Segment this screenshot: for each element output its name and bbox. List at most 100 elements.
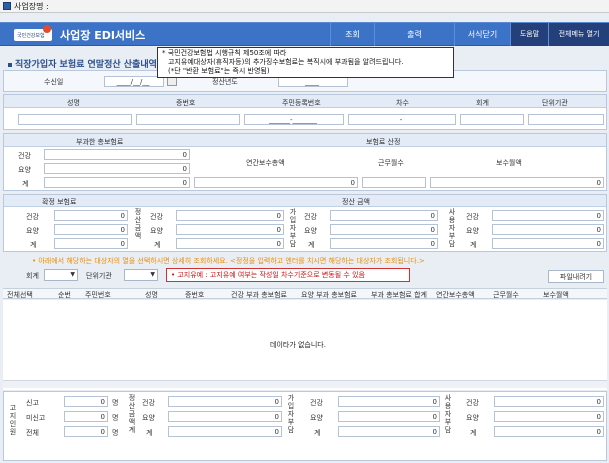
employer-total-value: 0 bbox=[492, 238, 604, 249]
app-title: 사업장 EDI서비스 bbox=[60, 29, 146, 42]
settle-health-label: 건강 bbox=[150, 213, 163, 221]
grid-col-annual-pay: 연간보수총액 bbox=[436, 291, 475, 299]
work-months-value bbox=[362, 177, 426, 188]
calc-title: 보험료 산정 bbox=[366, 138, 401, 146]
col-cert-no: 증번호 bbox=[176, 99, 196, 107]
chevron-down-icon: ▼ bbox=[150, 271, 155, 278]
imposed-total-label: 계 bbox=[22, 180, 29, 188]
logo-mark-icon bbox=[43, 25, 51, 33]
grid-col-work-months: 근무월수 bbox=[493, 291, 519, 299]
footer-employer-vlabel: 사용자부담 bbox=[444, 394, 452, 434]
imposed-care-label: 요양 bbox=[18, 166, 31, 174]
menu-search[interactable]: 조회 bbox=[330, 23, 374, 46]
grid-col-ssn: 주민번호 bbox=[85, 291, 111, 299]
employer-total-label: 계 bbox=[470, 241, 477, 249]
col-ssn: 주민등록번호 bbox=[282, 99, 321, 107]
receipt-date-input[interactable]: ____/__/__ bbox=[104, 76, 164, 87]
tooltip-line: 고지유예대상자(휴직자등)의 추가징수보험료는 복직시에 부과됨을 알려드립니다… bbox=[168, 58, 404, 66]
imposed-health-value: 0 bbox=[44, 149, 190, 160]
footer-employer-care-value: 0 bbox=[494, 411, 604, 422]
grid-col-select-all[interactable]: 전체선택 bbox=[7, 290, 33, 300]
grid-empty-message: 데이타가 없습니다. bbox=[270, 341, 326, 349]
settle-care-label: 요양 bbox=[150, 227, 163, 235]
settle-panel: 확정 보험료 정산 금액 건강 0 요양 0 계 0 정산금액 건강 0 요양 … bbox=[3, 194, 607, 252]
window-titlebar: 사업장명 : bbox=[0, 0, 609, 13]
menu-help[interactable]: 도움말 bbox=[510, 23, 548, 46]
account-filter-select[interactable]: ▼ bbox=[44, 269, 78, 281]
employer-burden-vlabel: 사용자부담 bbox=[448, 208, 456, 248]
window-title: 사업장명 : bbox=[14, 2, 49, 11]
footer-settle-total-label: 계 bbox=[146, 429, 153, 437]
footer-member-health-label: 건강 bbox=[310, 399, 323, 407]
selection-notice: • 아래에서 해당하는 대상자의 열을 선택하시면 상세히 조회하세요. <정정… bbox=[32, 257, 425, 265]
grid-header: 전체선택 순번 주민번호 성명 증번호 건강 부과 총보험료 요양 부과 총보험… bbox=[3, 288, 607, 299]
work-months-label: 근무월수 bbox=[378, 159, 404, 167]
member-care-value: 0 bbox=[330, 224, 438, 235]
app-header: 국민건강보험 사업장 EDI서비스 조회 출력 서식닫기 도움말 전체메뉴 열기 bbox=[0, 22, 609, 46]
settle-total-value: 0 bbox=[176, 238, 284, 249]
member-health-value: 0 bbox=[330, 210, 438, 221]
col-seq: 차수 bbox=[396, 99, 409, 107]
logo-text: 국민건강보험 bbox=[17, 33, 45, 39]
settle-care-value: 0 bbox=[176, 224, 284, 235]
confirmed-total-value: 0 bbox=[54, 238, 128, 249]
page-title: 직장가입자 보험료 연말정산 산출내역서 bbox=[8, 57, 165, 70]
grid-col-name: 성명 bbox=[145, 291, 158, 299]
count-unreported-value: 0 bbox=[64, 411, 108, 422]
count-unreported-unit: 명 bbox=[112, 414, 119, 422]
confirmed-total-label: 계 bbox=[30, 241, 37, 249]
name-field[interactable] bbox=[18, 114, 132, 125]
notice-tooltip: * 국민건강보험법 시행규칙 제50조에 따라 고지유예대상자(휴직자등)의 추… bbox=[157, 47, 454, 78]
imposed-panel: 부과한 총보험료 보험료 산정 건강 0 요양 0 계 0 연간보수총액 0 근… bbox=[3, 133, 607, 191]
settle-year-label: 정산년도 bbox=[212, 78, 238, 86]
member-total-label: 계 bbox=[308, 241, 315, 249]
footer-settle-health-label: 건강 bbox=[142, 399, 155, 407]
footer-member-health-value: 0 bbox=[338, 396, 440, 407]
cert-no-field[interactable] bbox=[136, 114, 240, 125]
footer-settle-care-label: 요양 bbox=[142, 414, 155, 422]
deferral-warning: • 고지유예 : 고지유예 여부는 작성일 차수기준으로 변동될 수 있음 bbox=[166, 268, 410, 282]
footer-member-care-label: 요양 bbox=[310, 414, 323, 422]
file-download-button[interactable]: 파일내려기 bbox=[548, 270, 604, 283]
ssn-field[interactable]: ______-_______ bbox=[244, 114, 344, 125]
annual-pay-label: 연간보수총액 bbox=[246, 159, 285, 167]
confirmed-health-label: 건강 bbox=[26, 213, 39, 221]
imposed-title: 부과한 총보험료 bbox=[76, 138, 124, 146]
confirmed-title: 확정 보험료 bbox=[42, 198, 77, 206]
app-icon bbox=[3, 2, 11, 10]
seq-field[interactable]: - bbox=[348, 114, 456, 125]
account-field[interactable] bbox=[460, 114, 524, 125]
notice-count-vlabel: 고지인원 bbox=[9, 404, 17, 436]
footer-employer-total-label: 계 bbox=[470, 429, 477, 437]
footer-settle-vlabel: 정산금액계 bbox=[128, 394, 136, 434]
count-reported-unit: 명 bbox=[112, 399, 119, 407]
footer-member-vlabel: 가입자부담 bbox=[287, 394, 295, 434]
footer-employer-care-label: 요양 bbox=[466, 414, 479, 422]
tooltip-line: (*단 "반환 보험료"는 즉시 반영됨) bbox=[168, 67, 270, 75]
monthly-pay-label: 보수월액 bbox=[496, 159, 522, 167]
menu-print[interactable]: 출력 bbox=[374, 23, 454, 46]
footer-summary: 고지인원 신고 0 명 미신고 0 명 전체 0 명 정산금액계 건강 0 요양… bbox=[3, 391, 607, 461]
grid-hscrollbar[interactable] bbox=[3, 380, 607, 388]
employer-care-label: 요양 bbox=[466, 227, 479, 235]
member-total-value: 0 bbox=[330, 238, 438, 249]
grid-col-seq: 순번 bbox=[58, 291, 71, 299]
member-care-label: 요양 bbox=[304, 227, 317, 235]
account-filter-label: 회계 bbox=[26, 272, 39, 280]
monthly-pay-value: 0 bbox=[430, 177, 604, 188]
unit-field[interactable] bbox=[528, 114, 604, 125]
grid-col-monthly-pay: 보수월액 bbox=[543, 291, 569, 299]
unit-filter-label: 단위기관 bbox=[86, 272, 112, 280]
footer-settle-total-value: 0 bbox=[168, 426, 282, 437]
menu-open-all[interactable]: 전체메뉴 열기 bbox=[548, 23, 609, 46]
person-panel: 성명 증번호 주민등록번호 차수 회계 단위기관 ______-_______ … bbox=[3, 94, 607, 130]
member-health-label: 건강 bbox=[304, 213, 317, 221]
footer-member-total-value: 0 bbox=[338, 426, 440, 437]
unit-filter-select[interactable]: ▼ bbox=[124, 269, 158, 281]
menu-close-form[interactable]: 서식닫기 bbox=[454, 23, 510, 46]
footer-employer-health-label: 건강 bbox=[466, 399, 479, 407]
chevron-down-icon: ▼ bbox=[70, 271, 75, 278]
imposed-health-label: 건강 bbox=[18, 152, 31, 160]
footer-settle-care-value: 0 bbox=[168, 411, 282, 422]
tooltip-line: * 국민건강보험법 시행규칙 제50조에 따라 bbox=[162, 49, 287, 57]
